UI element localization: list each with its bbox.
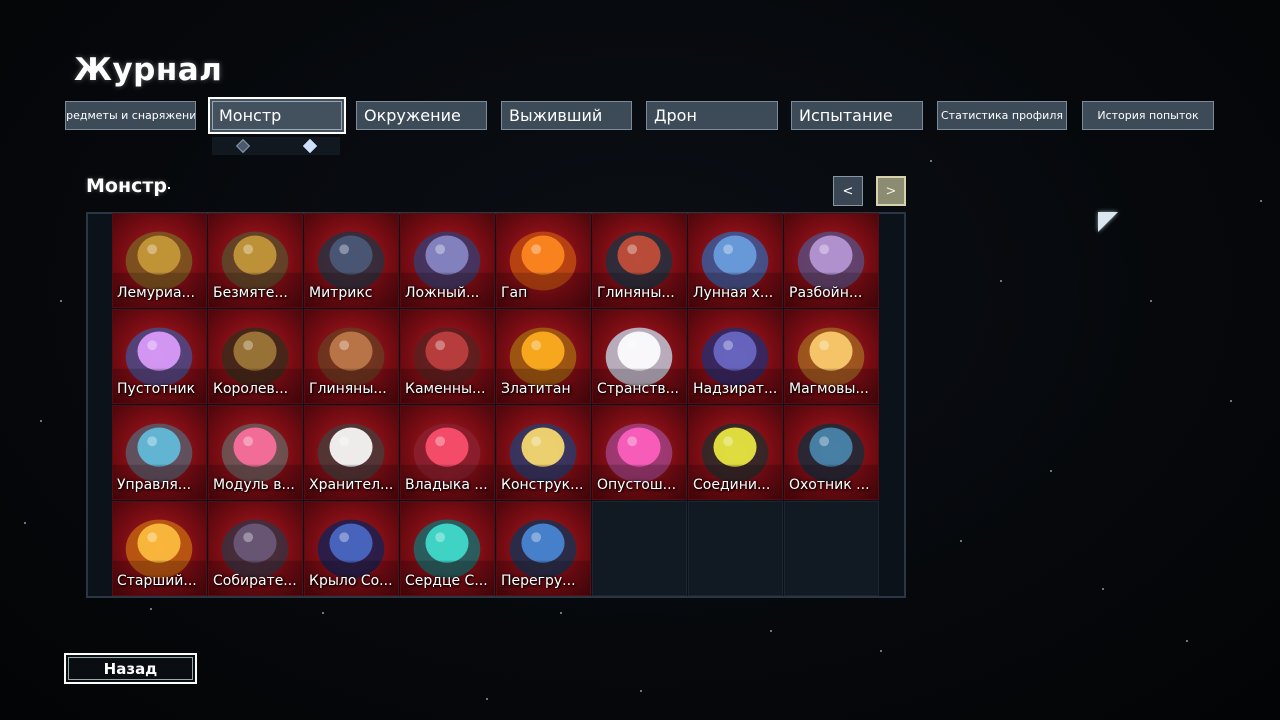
monster-entry-label: Крыло Со...: [309, 573, 393, 589]
monster-entry[interactable]: Старший...: [112, 501, 207, 596]
star-dot: [60, 300, 62, 302]
monster-entry-label: Управля...: [117, 477, 192, 493]
monster-entry-label: Собирате...: [213, 573, 297, 589]
monster-entry-label: Каменны...: [405, 381, 486, 397]
next-page-button[interactable]: >: [876, 176, 906, 206]
tab-monster[interactable]: Монстр: [208, 97, 346, 134]
monster-entry[interactable]: Соедини...: [688, 405, 783, 500]
star-dot: [1150, 300, 1152, 302]
monster-entry-label: Сердце С...: [405, 573, 488, 589]
monster-entry[interactable]: Каменны...: [400, 309, 495, 404]
monster-entry[interactable]: Странств...: [592, 309, 687, 404]
monster-entry-label: Охотник ...: [789, 477, 870, 493]
monster-entry-label: Ложный...: [405, 285, 480, 301]
tab-challenge[interactable]: Испытание: [791, 101, 923, 130]
tab-survivor[interactable]: Выживший: [501, 101, 632, 130]
monster-entry[interactable]: Златитан: [496, 309, 591, 404]
star-dot: [1230, 400, 1232, 402]
star-dot: [1102, 588, 1104, 590]
star-dot: [1260, 200, 1262, 202]
monster-entry[interactable]: Глиняны...: [592, 213, 687, 308]
back-button[interactable]: Назад: [64, 653, 197, 684]
tab-profile-stats[interactable]: Статистика профиля: [937, 101, 1067, 130]
monster-entry-label: Разбойн...: [789, 285, 863, 301]
monster-entry[interactable]: Гап: [496, 213, 591, 308]
monster-entry-label: Опустош...: [597, 477, 677, 493]
star-dot: [930, 160, 932, 162]
section-title-dot: [168, 187, 170, 189]
star-dot: [322, 612, 324, 614]
monster-entry[interactable]: Королев...: [208, 309, 303, 404]
monster-entry[interactable]: Магмовы...: [784, 309, 879, 404]
star-dot: [640, 690, 642, 692]
monster-entry[interactable]: Лемуриа...: [112, 213, 207, 308]
monster-entry[interactable]: Модуль в...: [208, 405, 303, 500]
journal-screen: Журнал Предметы и снаряжение Монстр Окруже…: [0, 0, 1280, 720]
monster-entry-label: Лемуриа...: [117, 285, 195, 301]
monster-entry[interactable]: Конструк...: [496, 405, 591, 500]
monster-entry[interactable]: Охотник ...: [784, 405, 879, 500]
star-dot: [486, 698, 488, 700]
monster-entry-label: Хранител...: [309, 477, 394, 493]
monster-entry[interactable]: Крыло Со...: [304, 501, 399, 596]
monster-entry-label: Митрикс: [309, 285, 373, 301]
monster-entry[interactable]: Управля...: [112, 405, 207, 500]
star-dot: [880, 650, 882, 652]
star-dot: [1050, 470, 1052, 472]
monster-entry[interactable]: Митрикс: [304, 213, 399, 308]
monster-entry[interactable]: Хранител...: [304, 405, 399, 500]
star-dot: [960, 540, 962, 542]
monster-entry-label: Безмяте...: [213, 285, 288, 301]
monster-entry[interactable]: Ложный...: [400, 213, 495, 308]
monster-entry[interactable]: Сердце С...: [400, 501, 495, 596]
star-dot: [1000, 280, 1002, 282]
monster-entry-label: Модуль в...: [213, 477, 295, 493]
monster-entry[interactable]: Перегру...: [496, 501, 591, 596]
monster-entry[interactable]: Глиняны...: [304, 309, 399, 404]
monster-entry[interactable]: Надзират...: [688, 309, 783, 404]
monster-entry-label: Глиняны...: [597, 285, 675, 301]
monster-entry-label: Лунная х...: [693, 285, 774, 301]
monster-entry-label: Странств...: [597, 381, 680, 397]
tab-items[interactable]: Предметы и снаряжение: [65, 101, 196, 130]
mouse-cursor-icon: [1098, 212, 1118, 232]
page-title: Журнал: [74, 52, 223, 88]
monster-entry[interactable]: Владыка ...: [400, 405, 495, 500]
prev-page-button[interactable]: <: [833, 176, 863, 206]
star-dot: [24, 522, 26, 524]
monster-entry[interactable]: Разбойн...: [784, 213, 879, 308]
tab-run-history[interactable]: История попыток: [1082, 101, 1214, 130]
section-title: Монстр: [86, 175, 167, 197]
monster-entry-label: Магмовы...: [789, 381, 869, 397]
star-dot: [150, 608, 152, 610]
tab-environment[interactable]: Окружение: [356, 101, 487, 130]
monster-entry[interactable]: Пустотник: [112, 309, 207, 404]
monster-entry[interactable]: Опустош...: [592, 405, 687, 500]
empty-monster-slot: [784, 501, 879, 596]
monster-entry[interactable]: Безмяте...: [208, 213, 303, 308]
star-dot: [1186, 640, 1188, 642]
monster-entry-label: Конструк...: [501, 477, 584, 493]
monster-entry[interactable]: Собирате...: [208, 501, 303, 596]
monster-entry-label: Перегру...: [501, 573, 576, 589]
star-dot: [40, 420, 42, 422]
monster-entry-label: Надзират...: [693, 381, 778, 397]
monster-entry-label: Гап: [501, 285, 528, 301]
monster-entry-label: Соедини...: [693, 477, 771, 493]
monster-entry-label: Владыка ...: [405, 477, 488, 493]
star-dot: [560, 612, 562, 614]
monster-entry[interactable]: Лунная х...: [688, 213, 783, 308]
monster-entry-label: Златитан: [501, 381, 571, 397]
empty-monster-slot: [688, 501, 783, 596]
star-dot: [770, 630, 772, 632]
tab-subpage-indicator: [212, 137, 340, 155]
monster-entry-label: Старший...: [117, 573, 197, 589]
empty-monster-slot: [592, 501, 687, 596]
monster-entry-label: Глиняны...: [309, 381, 387, 397]
tab-drone[interactable]: Дрон: [646, 101, 778, 130]
monster-entry-label: Пустотник: [117, 381, 196, 397]
monster-entry-label: Королев...: [213, 381, 289, 397]
